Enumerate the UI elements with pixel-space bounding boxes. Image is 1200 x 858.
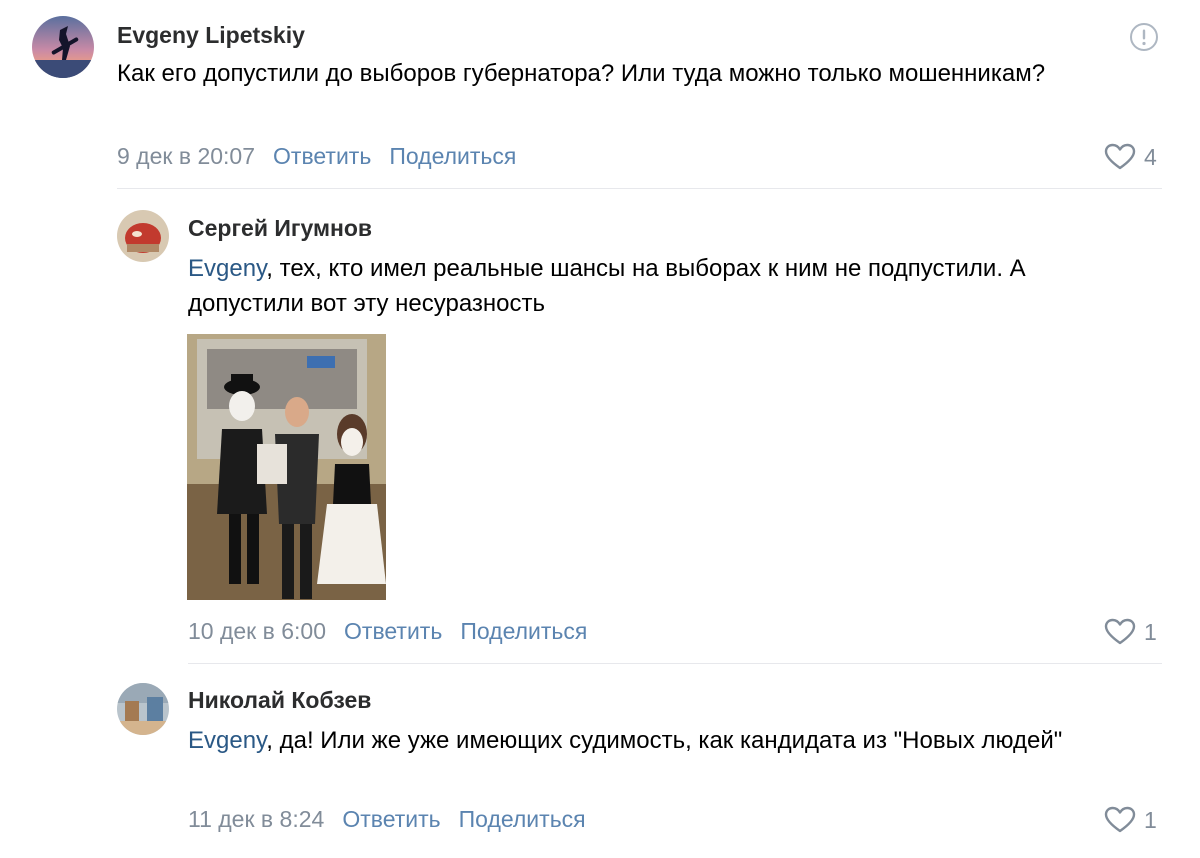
avatar[interactable] bbox=[117, 683, 169, 735]
heart-outline-icon bbox=[1104, 806, 1136, 833]
divider bbox=[188, 663, 1162, 664]
avatar-image bbox=[117, 683, 169, 735]
comment-date[interactable]: 9 дек в 20:07 bbox=[117, 143, 255, 170]
reply-button[interactable]: Ответить bbox=[342, 806, 440, 833]
like-count: 4 bbox=[1144, 143, 1157, 170]
attached-photo[interactable] bbox=[187, 334, 386, 600]
comment-text: Evgeny, тех, кто имел реальные шансы на … bbox=[188, 251, 1068, 321]
mention-link[interactable]: Evgeny bbox=[188, 255, 266, 282]
avatar[interactable] bbox=[117, 210, 169, 262]
comment-body: , да! Или же уже имеющих судимость, как … bbox=[266, 727, 1063, 754]
reply-button[interactable]: Ответить bbox=[273, 143, 371, 170]
comment-text: Evgeny, да! Или же уже имеющих судимость… bbox=[188, 723, 1158, 758]
comment-author[interactable]: Сергей Игумнов bbox=[188, 215, 372, 242]
comment-author[interactable]: Evgeny Lipetskiy bbox=[117, 22, 305, 49]
divider bbox=[117, 188, 1162, 189]
avatar-image bbox=[117, 210, 169, 262]
like-count: 1 bbox=[1144, 806, 1157, 833]
photo-image bbox=[187, 334, 386, 600]
report-button[interactable] bbox=[1129, 22, 1159, 57]
share-button[interactable]: Поделиться bbox=[460, 618, 587, 645]
reply-button[interactable]: Ответить bbox=[344, 618, 442, 645]
exclamation-circle-icon bbox=[1130, 23, 1158, 51]
avatar[interactable] bbox=[32, 16, 94, 78]
like-count: 1 bbox=[1144, 618, 1157, 645]
comment-author[interactable]: Николай Кобзев bbox=[188, 687, 371, 714]
like-button[interactable]: 1 bbox=[1104, 806, 1157, 834]
comment-body: , тех, кто имел реальные шансы на выбора… bbox=[188, 255, 1026, 317]
comment-text: Как его допустили до выборов губернатора… bbox=[117, 60, 1046, 87]
share-button[interactable]: Поделиться bbox=[389, 143, 516, 170]
comment-date[interactable]: 10 дек в 6:00 bbox=[188, 618, 326, 645]
heart-outline-icon bbox=[1104, 143, 1136, 170]
comment-meta: 11 дек в 8:24 Ответить Поделиться bbox=[188, 806, 604, 833]
share-button[interactable]: Поделиться bbox=[459, 806, 586, 833]
comment-date[interactable]: 11 дек в 8:24 bbox=[188, 806, 324, 833]
heart-outline-icon bbox=[1104, 618, 1136, 645]
mention-link[interactable]: Evgeny bbox=[188, 727, 266, 754]
like-button[interactable]: 1 bbox=[1104, 618, 1157, 646]
like-button[interactable]: 4 bbox=[1104, 143, 1157, 171]
avatar-image bbox=[32, 16, 94, 78]
comment-meta: 10 дек в 6:00 Ответить Поделиться bbox=[188, 618, 605, 645]
comment-meta: 9 дек в 20:07 Ответить Поделиться bbox=[117, 143, 534, 170]
